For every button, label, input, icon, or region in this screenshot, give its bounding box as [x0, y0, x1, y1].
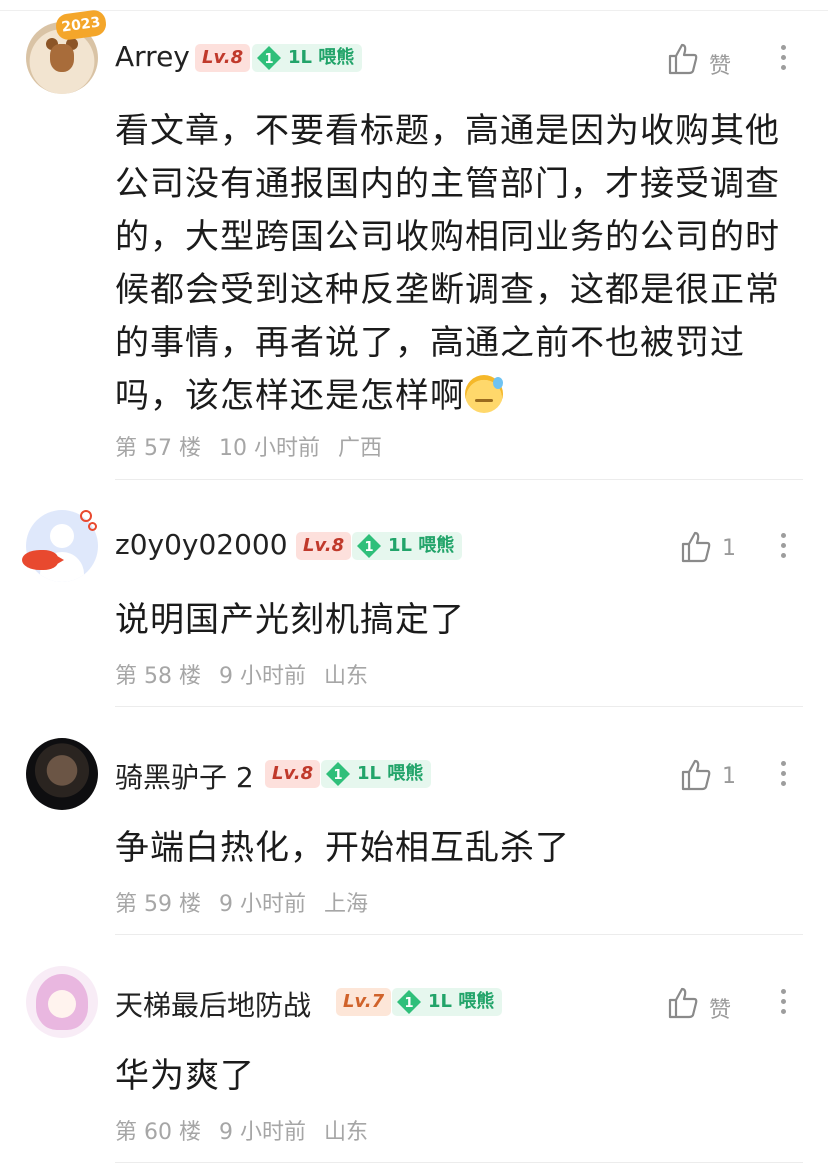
comment-meta: 第 57 楼 10 小时前 广西	[115, 430, 400, 462]
mouse-avatar-icon	[50, 44, 74, 72]
gem-icon: 1	[326, 762, 350, 786]
svg-text:1: 1	[333, 768, 342, 783]
like-count: 1	[722, 764, 736, 789]
fan-badge-label: 1L 喂熊	[428, 991, 495, 1012]
comment-text: 说明国产光刻机搞定了	[115, 600, 465, 640]
floor-number: 第 57 楼	[115, 436, 201, 461]
thumbs-up-icon	[668, 987, 698, 1019]
thumbs-up-icon	[668, 43, 698, 75]
username[interactable]: z0y0y02000	[115, 528, 288, 561]
post-time: 9 小时前	[218, 664, 306, 689]
more-options-icon[interactable]	[776, 528, 790, 568]
default-user-icon	[50, 524, 74, 548]
floor-number: 第 60 楼	[115, 1120, 201, 1145]
level-badge: Lv.8	[195, 44, 251, 72]
username[interactable]: 骑黑驴子 2	[115, 756, 254, 796]
more-options-icon[interactable]	[776, 756, 790, 796]
level-badge: Lv.7	[336, 988, 392, 1016]
more-options-icon[interactable]	[776, 984, 790, 1024]
like-button[interactable]: 赞	[667, 42, 747, 82]
fan-badge: 1 1L 喂熊	[392, 988, 503, 1016]
floor-number: 第 58 楼	[115, 664, 201, 689]
fan-badge-label: 1L 喂熊	[388, 535, 455, 556]
comment-text: 争端白热化，开始相互乱杀了	[115, 828, 570, 868]
fan-badge: 1 1L 喂熊	[252, 44, 363, 72]
like-count: 1	[722, 536, 736, 561]
comment-text: 华为爽了	[115, 1056, 255, 1096]
svg-text:1: 1	[404, 996, 413, 1011]
level-badge: Lv.8	[265, 760, 321, 788]
level-badge: Lv.8	[296, 532, 352, 560]
avatar-year-badge: 2023	[54, 8, 108, 42]
location: 山东	[323, 1120, 368, 1145]
fan-badge-label: 1L 喂熊	[288, 47, 355, 68]
thumbs-up-icon	[681, 531, 711, 563]
location: 山东	[323, 664, 368, 689]
like-button[interactable]: 1	[680, 758, 760, 798]
comment-divider	[115, 1162, 803, 1163]
like-button[interactable]: 赞	[667, 986, 747, 1026]
post-time: 10 小时前	[218, 436, 320, 461]
like-button[interactable]: 1	[680, 530, 760, 570]
comment-text: 看文章，不要看标题，高通是因为收购其他公司没有通报国内的主管部门，才接受调查的，…	[115, 111, 780, 416]
comment-divider	[115, 479, 803, 480]
post-time: 9 小时前	[218, 1120, 306, 1145]
comment-meta: 第 60 楼 9 小时前 山东	[115, 1114, 386, 1146]
post-time: 9 小时前	[218, 892, 306, 917]
avatar[interactable]	[26, 738, 98, 810]
thumbs-up-icon	[681, 759, 711, 791]
comment-divider	[115, 934, 803, 935]
like-label: 赞	[709, 54, 732, 79]
location: 广西	[337, 436, 382, 461]
gem-icon: 1	[357, 534, 381, 558]
cold-sweat-emoji-icon	[465, 375, 503, 413]
svg-text:1: 1	[264, 52, 273, 67]
avatar[interactable]	[26, 966, 98, 1038]
fan-badge: 1 1L 喂熊	[321, 760, 432, 788]
fan-badge-label: 1L 喂熊	[357, 763, 424, 784]
top-divider	[0, 10, 828, 11]
gem-icon: 1	[397, 990, 421, 1014]
comment-meta: 第 58 楼 9 小时前 山东	[115, 658, 386, 690]
gem-icon: 1	[257, 46, 281, 70]
location: 上海	[323, 892, 368, 917]
comment-meta: 第 59 楼 9 小时前 上海	[115, 886, 386, 918]
svg-text:1: 1	[364, 540, 373, 555]
like-label: 赞	[709, 998, 732, 1023]
username[interactable]: Arrey	[115, 40, 190, 73]
floor-number: 第 59 楼	[115, 892, 201, 917]
fan-badge: 1 1L 喂熊	[352, 532, 463, 560]
username[interactable]: 天梯最后地防战	[115, 984, 311, 1024]
more-options-icon[interactable]	[776, 40, 790, 80]
comment-divider	[115, 706, 803, 707]
